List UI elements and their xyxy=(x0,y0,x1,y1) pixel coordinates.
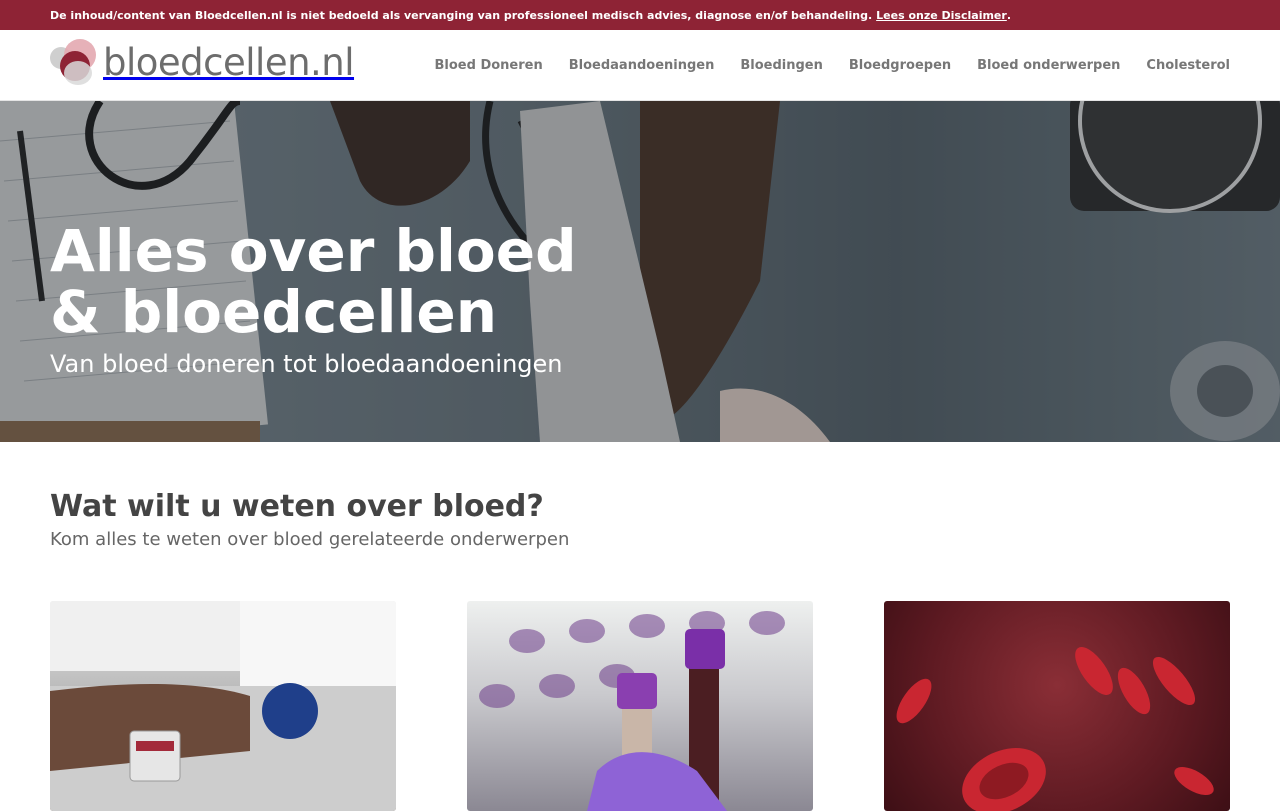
hero-title-line2: & bloedcellen xyxy=(50,278,497,346)
nav-item-bloed-onderwerpen[interactable]: Bloed onderwerpen xyxy=(977,58,1120,73)
logo-circles-icon xyxy=(50,37,98,87)
disclaimer-suffix: . xyxy=(1006,8,1011,22)
nav-item-bloed-doneren[interactable]: Bloed Doneren xyxy=(435,58,543,73)
nav-item-bloedgroepen[interactable]: Bloedgroepen xyxy=(849,58,951,73)
site-logo[interactable]: bloedcellen.nl xyxy=(50,37,355,87)
nav-item-bloedaandoeningen[interactable]: Bloedaandoeningen xyxy=(569,58,715,73)
disclaimer-link[interactable]: Lees onze Disclaimer xyxy=(876,9,1007,22)
logo-text: bloedcellen.nl xyxy=(103,40,355,84)
hero-subtitle: Van bloed doneren tot bloedaandoeningen xyxy=(50,350,563,378)
main-nav: Bloed Doneren Bloedaandoeningen Bloeding… xyxy=(409,30,1231,101)
red-blood-cells-image xyxy=(896,647,1214,811)
site-header: bloedcellen.nl Bloed Doneren Bloedaandoe… xyxy=(0,30,1280,101)
disclaimer-text: De inhoud/content van Bloedcellen.nl is … xyxy=(50,8,873,22)
hero-title: Alles over bloed & bloedcellen xyxy=(50,221,670,343)
section-title: Wat wilt u weten over bloed? xyxy=(50,489,544,524)
hero-title-line1: Alles over bloed xyxy=(50,217,577,285)
blood-donation-image xyxy=(50,601,396,811)
nav-item-cholesterol[interactable]: Cholesterol xyxy=(1146,58,1230,73)
disclaimer-bar: De inhoud/content van Bloedcellen.nl is … xyxy=(0,0,1280,30)
nav-item-bloedingen[interactable]: Bloedingen xyxy=(740,58,823,73)
blood-test-tubes-image xyxy=(479,611,785,811)
topic-card-blood-cells[interactable] xyxy=(884,601,1230,811)
hero-banner: Alles over bloed & bloedcellen Van bloed… xyxy=(0,101,1280,442)
topic-card-blood-tests[interactable] xyxy=(467,601,813,811)
topic-card-blood-donation[interactable] xyxy=(50,601,396,811)
section-subtitle: Kom alles te weten over bloed gerelateer… xyxy=(50,529,570,550)
